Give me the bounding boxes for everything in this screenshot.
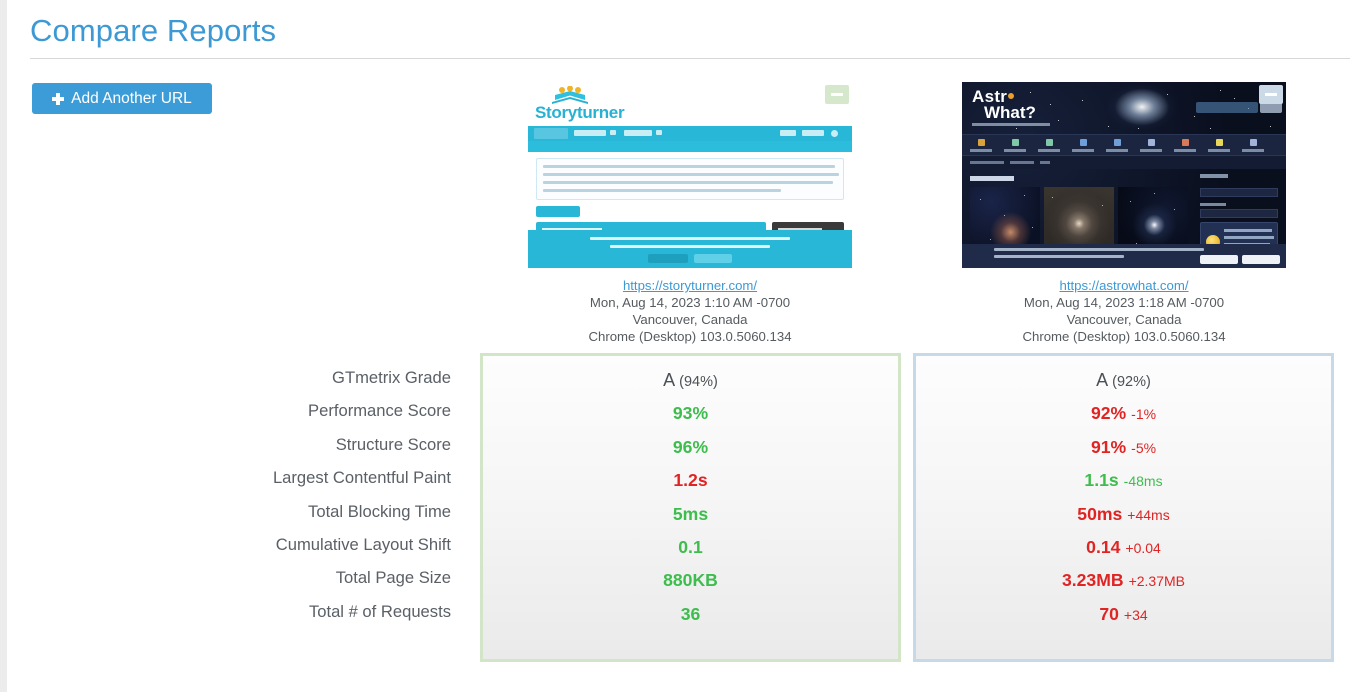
metric-value-row: A (92%) xyxy=(916,364,1331,397)
metric-label: GTmetrix Grade xyxy=(332,368,451,387)
astrowhat-tagline xyxy=(972,123,1050,126)
st-new-topic-button xyxy=(536,206,580,217)
report-meta-1: https://storyturner.com/ Mon, Aug 14, 20… xyxy=(528,277,852,345)
st-navbar xyxy=(528,126,852,141)
st-cookie-banner xyxy=(528,230,852,268)
st-header: Storyturner xyxy=(528,82,852,126)
metric-value-row: 96% xyxy=(483,431,898,464)
st-welcome-notice xyxy=(536,158,844,200)
metric-label-column: GTmetrix Grade Performance Score Structure… xyxy=(217,361,451,628)
report-column-2: Astr What? https://astrowhat.com/ Mon, A… xyxy=(962,82,1286,345)
aw-navbar xyxy=(962,134,1286,156)
metric-value-percent: (92%) xyxy=(1112,374,1151,390)
metric-label: Largest Contentful Paint xyxy=(272,468,451,488)
metric-label: Total Page Size xyxy=(335,568,451,588)
metric-value: 1.2s xyxy=(673,470,708,491)
metric-label: Cumulative Layout Shift xyxy=(275,534,451,554)
aw-login-register-bar xyxy=(1196,102,1258,113)
metric-value: 3.23MB xyxy=(1061,570,1124,591)
metric-value-percent: (94%) xyxy=(679,374,718,390)
metric-value-row: 3.23MB +2.37MB xyxy=(916,564,1331,597)
report-thumbnail-2[interactable]: Astr What? xyxy=(962,82,1286,268)
metric-value: 0.1 xyxy=(678,536,703,557)
metric-value: A (92%) xyxy=(1096,370,1151,390)
aw-subnav xyxy=(962,156,1286,169)
report-location-1: Vancouver, Canada xyxy=(632,312,748,327)
metric-label: Total # of Requests xyxy=(308,601,451,621)
report-url-link-1[interactable]: https://storyturner.com/ xyxy=(623,278,757,293)
metric-value-row: 92% -1% xyxy=(916,397,1331,430)
metric-delta: -48ms xyxy=(1123,473,1163,490)
metric-label: Performance Score xyxy=(308,401,451,421)
metric-value: 36 xyxy=(680,603,701,624)
remove-report-button-2[interactable] xyxy=(1259,85,1283,104)
report-url-link-2[interactable]: https://astrowhat.com/ xyxy=(1060,278,1189,293)
aw-login-panel xyxy=(1200,174,1278,198)
metric-delta: +2.37MB xyxy=(1128,573,1186,590)
minus-icon xyxy=(831,93,843,96)
metric-value-row: 36 xyxy=(483,598,898,631)
aw-cookie-banner xyxy=(962,244,1286,268)
metric-value: 50ms xyxy=(1077,503,1123,524)
title-divider xyxy=(30,58,1350,59)
metric-value-row: 1.2s xyxy=(483,464,898,497)
metric-value: 880KB xyxy=(663,570,718,591)
metric-delta: -1% xyxy=(1131,406,1157,423)
metric-value-row: 0.14 +0.04 xyxy=(916,531,1331,564)
metric-value-row: 880KB xyxy=(483,564,898,597)
metric-value-row: 5ms xyxy=(483,498,898,531)
metric-value: 96% xyxy=(672,436,709,457)
metric-value-row: 70 +34 xyxy=(916,598,1331,631)
metric-values-panel-2: A (92%) 92% -1% 91% -5% 1.1s -48ms 50ms +44ms 0.1… xyxy=(913,353,1334,662)
report-browser-1: Chrome (Desktop) 103.0.5060.134 xyxy=(588,329,792,344)
orange-dot-icon xyxy=(1008,93,1015,99)
add-another-url-button[interactable]: Add Another URL xyxy=(32,83,212,114)
thumbnail-frame-2: Astr What? xyxy=(962,82,1286,268)
metric-value-row: 1.1s -48ms xyxy=(916,464,1331,497)
st-subnav xyxy=(528,141,852,152)
metric-delta: +0.04 xyxy=(1125,539,1161,556)
metric-value: 1.1s xyxy=(1084,470,1119,491)
remove-report-button-1[interactable] xyxy=(825,85,849,104)
metric-value: A (94%) xyxy=(663,370,718,390)
report-meta-2: https://astrowhat.com/ Mon, Aug 14, 2023… xyxy=(962,277,1286,345)
report-location-2: Vancouver, Canada xyxy=(1066,312,1182,327)
metric-label: Total Blocking Time xyxy=(308,501,451,521)
metric-value-row: A (94%) xyxy=(483,364,898,397)
aw-password-field xyxy=(1200,209,1278,218)
metric-value: 92% xyxy=(1090,403,1127,424)
report-timestamp-1: Mon, Aug 14, 2023 1:10 AM -0700 xyxy=(589,295,791,310)
metric-label: Structure Score xyxy=(335,434,451,454)
add-another-url-label: Add Another URL xyxy=(71,89,192,107)
thumbnail-frame-1: Storyturner xyxy=(528,82,852,268)
astrowhat-wordmark-line2: What? xyxy=(984,103,1036,122)
report-timestamp-2: Mon, Aug 14, 2023 1:18 AM -0700 xyxy=(1023,295,1225,310)
storyturner-wordmark: Storyturner xyxy=(535,103,625,122)
report-browser-2: Chrome (Desktop) 103.0.5060.134 xyxy=(1022,329,1226,344)
plus-icon xyxy=(52,92,65,105)
metric-value: 70 xyxy=(1099,603,1119,624)
aw-section-title xyxy=(970,176,1014,181)
metric-value-row: 50ms +44ms xyxy=(916,498,1331,531)
metric-delta: +34 xyxy=(1123,606,1148,623)
metric-value-row: 0.1 xyxy=(483,531,898,564)
metric-value-row: 91% -5% xyxy=(916,431,1331,464)
minus-icon xyxy=(1265,93,1277,96)
report-thumbnail-1[interactable]: Storyturner xyxy=(528,82,852,268)
metric-value-row: 93% xyxy=(483,397,898,430)
page-title: Compare Reports xyxy=(30,13,277,48)
metric-value: 5ms xyxy=(672,503,709,524)
metric-values-panel-1: A (94%) 93% 96% 1.2s 5ms 0.1 880KB 36 xyxy=(480,353,901,662)
aw-password-label xyxy=(1200,203,1226,206)
astrowhat-screenshot: Astr What? xyxy=(962,82,1286,268)
compare-reports-page: Compare Reports Add Another URL Storytur… xyxy=(0,0,1350,692)
metric-value: 91% xyxy=(1090,436,1127,457)
metric-delta: -5% xyxy=(1131,439,1157,456)
metric-delta: +44ms xyxy=(1127,506,1170,523)
metric-value: 0.14 xyxy=(1086,536,1121,557)
storyturner-screenshot: Storyturner xyxy=(528,82,852,268)
report-column-1: Storyturner https://storyturner.com/ Mon… xyxy=(528,82,852,345)
metric-value: 93% xyxy=(672,403,709,424)
